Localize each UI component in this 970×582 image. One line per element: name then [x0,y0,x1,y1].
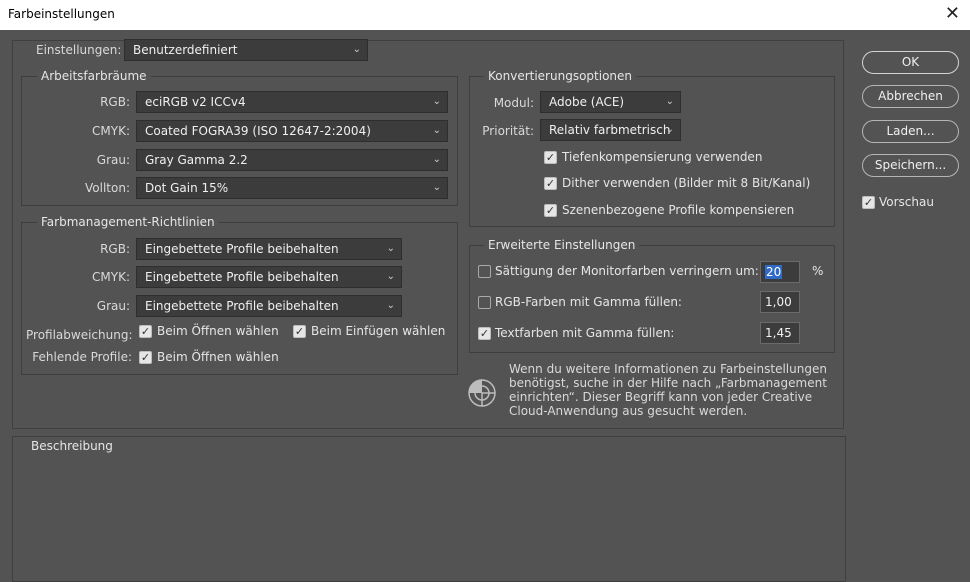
scene-checkbox[interactable]: ✓ [544,204,557,217]
settings-dropdown[interactable]: Benutzerdefiniert ⌄ [124,39,368,61]
workspace-rgb-label: RGB: [100,95,130,109]
dither-label: Dither verwenden (Bilder mit 8 Bit/Kanal… [562,176,811,190]
chevron-down-icon: ⌄ [386,300,395,311]
policy-rgb-dropdown[interactable]: Eingebettete Profile beibehalten ⌄ [136,238,402,260]
title-bar: Farbeinstellungen ✕ [0,0,970,30]
desaturate-checkbox[interactable] [478,265,491,278]
chevron-down-icon: ⌄ [386,271,395,282]
policies-title: Farbmanagement-Richtlinien [37,215,219,229]
chevron-down-icon: ⌄ [665,96,674,107]
blend-text-label: Textfarben mit Gamma füllen: [495,326,675,340]
blend-text-value: 1,45 [765,326,792,340]
engine-value: Adobe (ACE) [549,95,625,109]
chevron-down-icon: ⌄ [352,44,361,55]
scene-label: Szenenbezogene Profile kompensieren [562,203,795,217]
chevron-down-icon: ⌄ [432,154,441,165]
description-title: Beschreibung [27,439,117,453]
info-text: Wenn du weitere Informationen zu Farbein… [509,362,827,418]
workspace-spot-label: Vollton: [85,181,130,195]
chevron-down-icon: ⌄ [432,96,441,107]
workspace-cmyk-label: CMYK: [92,124,130,138]
desaturate-label: Sättigung der Monitorfarben verringern u… [495,264,759,278]
policy-gray-dropdown[interactable]: Eingebettete Profile beibehalten ⌄ [136,295,402,317]
workspace-gray-value: Gray Gamma 2.2 [145,153,248,167]
missing-open-label: Beim Öffnen wählen [157,350,279,364]
workspace-rgb-dropdown[interactable]: eciRGB v2 ICCv4 ⌄ [136,91,448,113]
settings-value: Benutzerdefiniert [133,43,238,57]
policy-rgb-value: Eingebettete Profile beibehalten [145,242,339,256]
workspace-rgb-value: eciRGB v2 ICCv4 [145,95,246,109]
missing-open-checkbox[interactable]: ✓ [139,351,152,364]
advanced-title: Erweiterte Einstellungen [484,238,640,252]
workspace-spot-dropdown[interactable]: Dot Gain 15% ⌄ [136,177,448,199]
mismatch-paste-label: Beim Einfügen wählen [311,324,446,338]
mismatch-paste-checkbox[interactable]: ✓ [293,325,306,338]
bpc-checkbox[interactable]: ✓ [544,151,557,164]
workspace-cmyk-dropdown[interactable]: Coated FOGRA39 (ISO 12647-2:2004) ⌄ [136,120,448,142]
workspace-gray-label: Grau: [96,153,130,167]
description-panel [12,436,846,582]
preview-checkbox[interactable]: ✓ [862,196,875,209]
engine-dropdown[interactable]: Adobe (ACE) ⌄ [540,91,681,113]
chevron-down-icon: ⌄ [432,125,441,136]
blend-text-checkbox[interactable]: ✓ [478,327,491,340]
dither-checkbox[interactable]: ✓ [544,177,557,190]
intent-value: Relativ farbmetrisch [549,123,671,137]
engine-label: Modul: [493,96,534,110]
conversion-title: Konvertierungsoptionen [484,69,637,83]
workspace-gray-dropdown[interactable]: Gray Gamma 2.2 ⌄ [136,149,448,171]
mismatch-open-label: Beim Öffnen wählen [157,324,279,338]
policy-gray-value: Eingebettete Profile beibehalten [145,299,339,313]
policy-cmyk-value: Eingebettete Profile beibehalten [145,270,339,284]
missing-label: Fehlende Profile: [32,350,132,364]
intent-dropdown[interactable]: Relativ farbmetrisch ⌄ [540,119,681,141]
policy-cmyk-dropdown[interactable]: Eingebettete Profile beibehalten ⌄ [136,266,402,288]
chevron-down-icon: ⌄ [665,124,674,135]
bpc-label: Tiefenkompensierung verwenden [562,150,763,164]
workspaces-title: Arbeitsfarbräume [37,69,151,83]
workspace-cmyk-value: Coated FOGRA39 (ISO 12647-2:2004) [145,124,371,138]
settings-label: Einstellungen: [36,43,122,57]
desaturate-value: 20 [765,265,783,279]
desaturate-unit: % [812,264,824,278]
policy-gray-label: Grau: [96,299,130,313]
cancel-button[interactable]: Abbrechen [862,85,959,108]
color-management-info-icon [468,379,496,407]
blend-rgb-checkbox[interactable] [478,296,491,309]
blend-rgb-label: RGB-Farben mit Gamma füllen: [495,295,682,309]
close-icon[interactable]: ✕ [945,4,960,24]
blend-rgb-input[interactable]: 1,00 [760,291,800,313]
mismatch-open-checkbox[interactable]: ✓ [139,325,152,338]
window-title: Farbeinstellungen [8,7,115,21]
workspace-spot-value: Dot Gain 15% [145,181,229,195]
save-button[interactable]: Speichern... [862,154,959,177]
intent-label: Priorität: [482,124,534,138]
ok-button[interactable]: OK [862,51,959,74]
blend-rgb-value: 1,00 [765,295,792,309]
blend-text-input[interactable]: 1,45 [760,322,800,344]
chevron-down-icon: ⌄ [386,243,395,254]
chevron-down-icon: ⌄ [432,182,441,193]
load-button[interactable]: Laden... [862,120,959,143]
desaturate-input[interactable]: 20 [760,261,800,283]
preview-label: Vorschau [879,195,934,209]
policy-cmyk-label: CMYK: [92,270,130,284]
policy-rgb-label: RGB: [100,242,130,256]
mismatch-label: Profilabweichung: [26,328,133,342]
